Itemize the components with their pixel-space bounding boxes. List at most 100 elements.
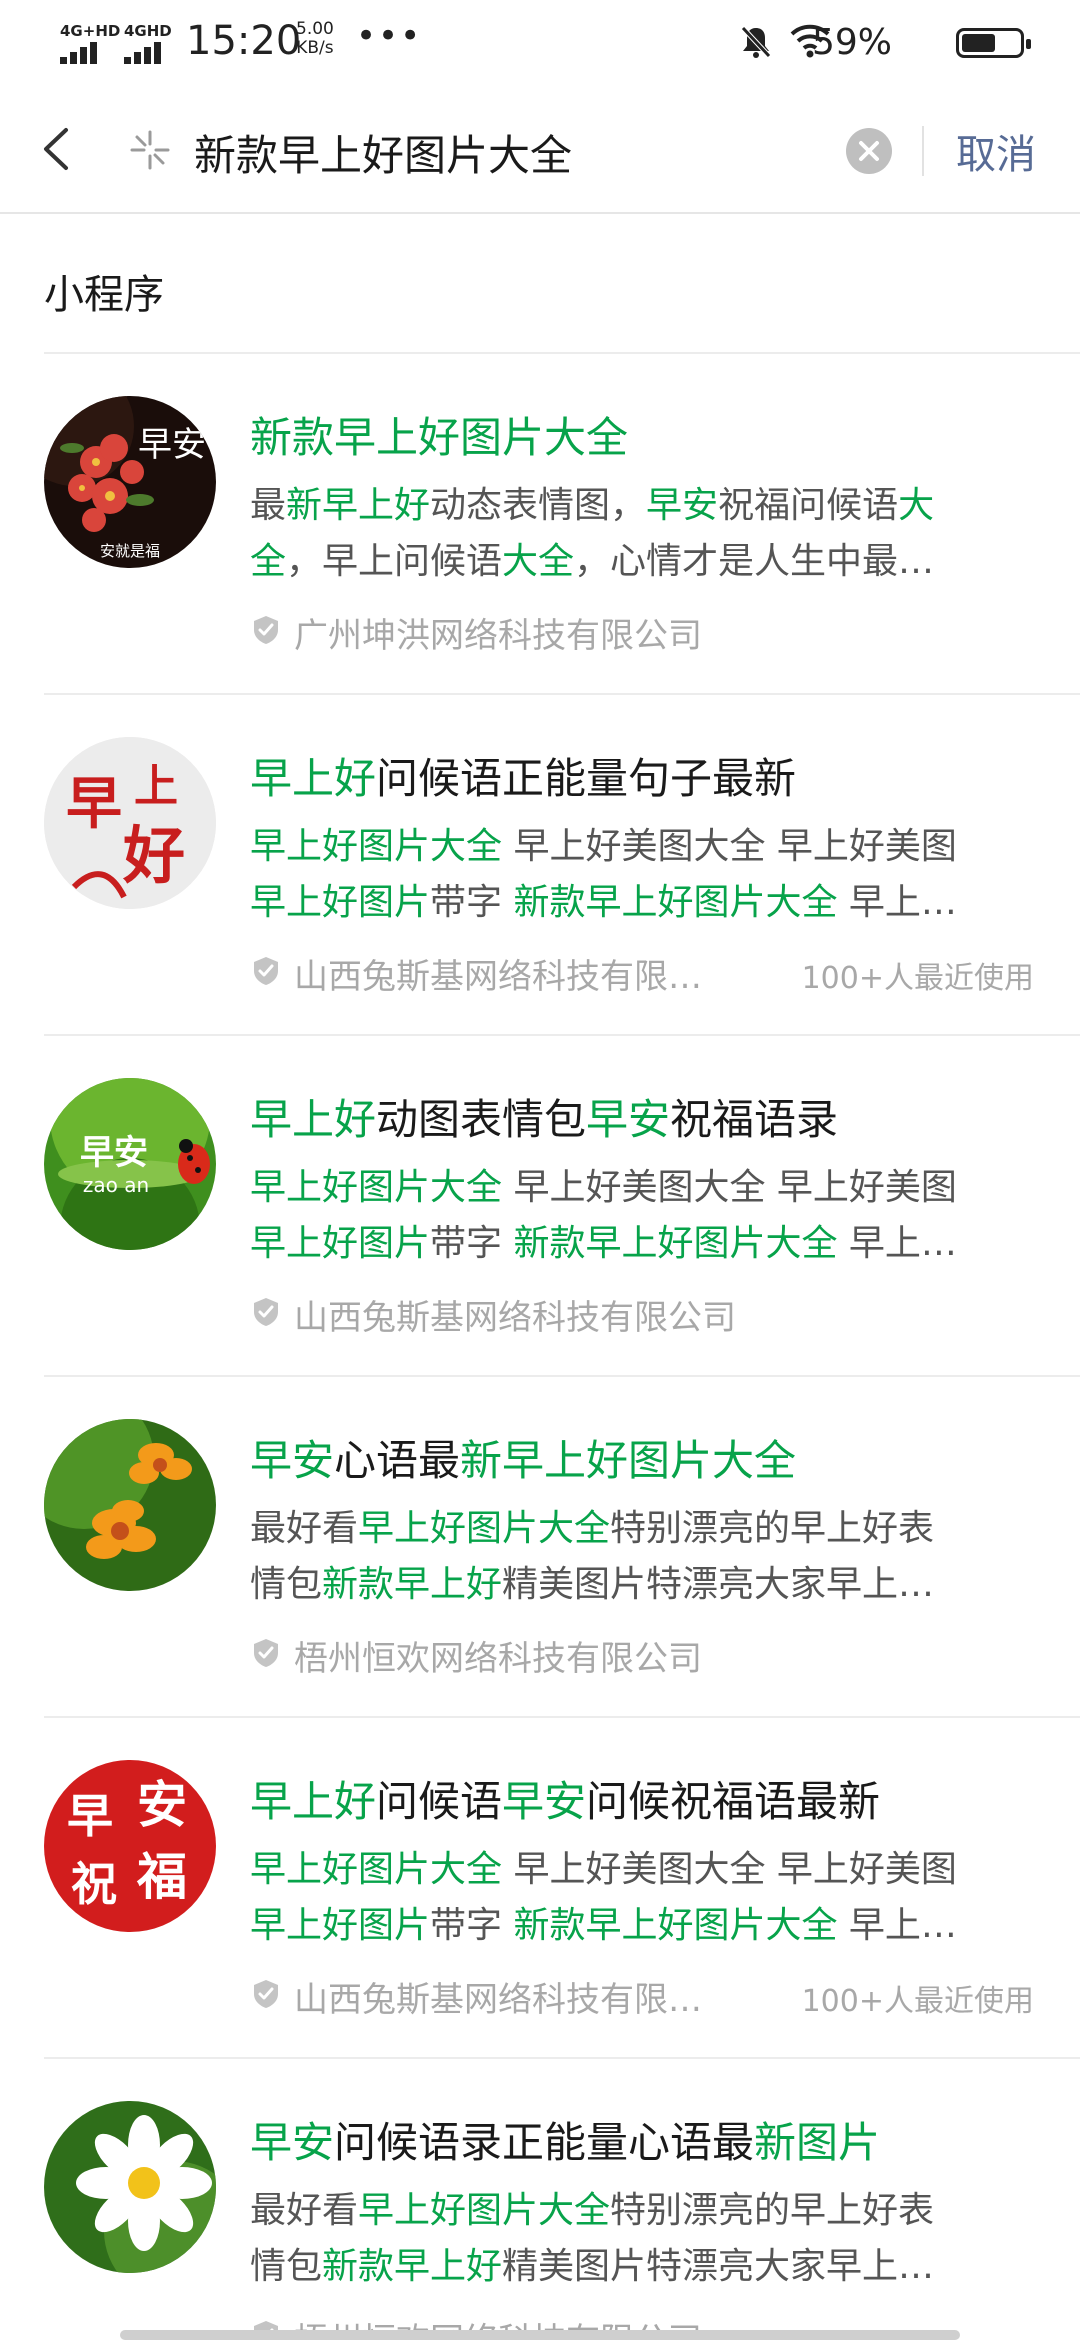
desc-part: 带字 <box>430 1223 514 1264</box>
description-line: 早上好图片大全 早上好美图大全 早上好美图 <box>250 1160 1040 1216</box>
desc-part: 早上好美图大全 早上好美图 <box>502 826 957 867</box>
title-part: 新早上好图片大全 <box>460 1436 797 1485</box>
result-title[interactable]: 早上好问候语正能量句子最新 <box>250 745 1050 806</box>
desc-part: 新早上好 <box>286 485 431 526</box>
battery-level <box>962 34 995 52</box>
result-description: 最新早上好动态表情图，早安祝福问候语大 全，早上问候语大全，心情才是人生中最… <box>250 478 1040 590</box>
red-flower-avatar: 早安 安就是福 <box>44 396 216 568</box>
title-part: 祝福语录 <box>670 1095 839 1144</box>
list-item[interactable]: 早 上 好 早上好问候语正能量句子最新 早上好图片大全 早上好美图大全 早上好美… <box>0 695 1080 1036</box>
desc-part: ，早上问候语 <box>286 541 503 582</box>
result-description: 最好看早上好图片大全特别漂亮的早上好表 情包新款早上好精美图片特漂亮大家早上… <box>250 2183 1040 2295</box>
network-speed: 5.00 KB/s <box>296 20 334 58</box>
svg-text:好: 好 <box>122 819 185 892</box>
search-header: 新款早上好图片大全 取消 <box>0 86 1080 214</box>
desc-part: 动态表情图， <box>430 485 647 526</box>
mute-bell-icon <box>741 26 771 58</box>
desc-part: 早上好图片 <box>250 882 431 923</box>
verified-icon <box>254 957 278 985</box>
desc-part: 精美图片特漂亮大家早上… <box>502 1564 935 1605</box>
signal-bars-icon <box>124 42 168 64</box>
title-part: 问候语 <box>376 1777 503 1826</box>
result-title[interactable]: 早上好动图表情包早安祝福语录 <box>250 1086 1050 1147</box>
status-right: 59% <box>738 18 1038 64</box>
svg-text:早: 早 <box>66 771 122 837</box>
ladybug-avatar: 早安 zao an <box>44 1078 216 1250</box>
cancel-button[interactable]: 取消 <box>956 122 1036 180</box>
result-description: 早上好图片大全 早上好美图大全 早上好美图 早上好图片带字 新款早上好图片大全 … <box>250 1842 1040 1954</box>
result-title[interactable]: 早安问候语录正能量心语最新图片 <box>250 2109 1050 2170</box>
title-part: 新款早上好图片大全 <box>250 413 629 462</box>
avatar-text: 早安 <box>138 425 206 465</box>
desc-part: 早上好图片大全 <box>250 1167 503 1208</box>
desc-part: 早上… <box>837 882 957 923</box>
avatar-text: 早安 <box>80 1133 148 1173</box>
home-indicator[interactable] <box>120 2330 960 2340</box>
battery-percent: 59% <box>811 22 892 63</box>
battery-icon <box>956 28 1031 58</box>
desc-part: 大 <box>898 485 935 526</box>
speed-unit: KB/s <box>296 38 334 58</box>
desc-part: 特别漂亮的早上好表 <box>610 1508 935 1549</box>
title-part: 早上好 <box>250 1777 377 1826</box>
status-bar: 4G+HD 4GHD 15:20 5.00 KB/s ••• 59% <box>0 0 1080 86</box>
desc-part: 早上好美图大全 早上好美图 <box>502 1167 957 1208</box>
title-part: 问候祝福语最新 <box>586 1777 881 1826</box>
desc-part: 带字 <box>430 1905 514 1946</box>
list-item[interactable]: 早 安 祝 福 早上好问候语早安问候祝福语最新 早上好图片大全 早上好美图大全 … <box>0 1718 1080 2059</box>
back-button[interactable] <box>26 114 96 184</box>
list-item[interactable]: 早安 zao an 早上好动图表情包早安祝福语录 早上好图片大全 早上好美图大全… <box>0 1036 1080 1377</box>
search-input[interactable]: 新款早上好图片大全 <box>122 106 892 194</box>
result-meta: 山西兔斯基网络科技有限… 100+人最近使用 <box>250 949 1050 997</box>
description-line: 最好看早上好图片大全特别漂亮的早上好表 <box>250 1501 1040 1557</box>
desc-part: 早上好美图大全 早上好美图 <box>502 1849 957 1890</box>
white-daisy-avatar <box>44 2101 216 2273</box>
desc-part: 早安 <box>646 485 719 526</box>
orange-flower-avatar <box>44 1419 216 1591</box>
clear-search-button[interactable] <box>846 128 892 174</box>
desc-part: 早上好图片大全 <box>250 1849 503 1890</box>
company-name: 山西兔斯基网络科技有限… <box>294 957 702 997</box>
result-title[interactable]: 新款早上好图片大全 <box>250 404 1050 465</box>
svg-text:早: 早 <box>67 1789 113 1843</box>
svg-text:福: 福 <box>136 1847 187 1906</box>
title-part: 心语最 <box>334 1436 461 1485</box>
desc-part: 新款早上好图片大全 <box>513 1223 838 1264</box>
result-meta: 广州坤洪网络科技有限公司 <box>250 608 1050 656</box>
desc-part: 新款早上好 <box>322 2246 503 2287</box>
result-title[interactable]: 早安心语最新早上好图片大全 <box>250 1427 1050 1488</box>
list-item[interactable]: 早安心语最新早上好图片大全 最好看早上好图片大全特别漂亮的早上好表 情包新款早上… <box>0 1377 1080 1718</box>
result-description: 早上好图片大全 早上好美图大全 早上好美图 早上好图片带字 新款早上好图片大全 … <box>250 1160 1040 1272</box>
result-meta: 山西兔斯基网络科技有限… 100+人最近使用 <box>250 1972 1050 2020</box>
search-query[interactable]: 新款早上好图片大全 <box>194 122 572 183</box>
description-line: 早上好图片带字 新款早上好图片大全 早上… <box>250 1898 1040 1954</box>
list-item[interactable]: 早安 安就是福 新款早上好图片大全 最新早上好动态表情图，早安祝福问候语大 全，… <box>0 354 1080 695</box>
speed-value: 5.00 <box>296 19 334 39</box>
desc-part: 早上好图片大全 <box>250 826 503 867</box>
verified-icon <box>254 616 278 644</box>
description-line: 最新早上好动态表情图，早安祝福问候语大 <box>250 478 1040 534</box>
description-line: 全，早上问候语大全，心情才是人生中最… <box>250 534 1040 590</box>
desc-part: 大全 <box>502 541 575 582</box>
result-meta: 梧州恒欢网络科技有限公司 <box>250 1631 1050 1679</box>
description-line: 早上好图片带字 新款早上好图片大全 早上… <box>250 1216 1040 1272</box>
title-part: 早安 <box>502 1777 587 1826</box>
usage-count: 100+人最近使用 <box>801 1984 1034 2019</box>
company-name: 广州坤洪网络科技有限公司 <box>294 616 702 656</box>
desc-part: 新款早上好图片大全 <box>513 1905 838 1946</box>
desc-part: 全 <box>250 541 287 582</box>
verified-icon <box>254 1639 278 1667</box>
title-part: 新图片 <box>754 2118 881 2167</box>
desc-part: 特别漂亮的早上好表 <box>610 2190 935 2231</box>
list-item[interactable]: 早安问候语录正能量心语最新图片 最好看早上好图片大全特别漂亮的早上好表 情包新款… <box>0 2059 1080 2340</box>
company-name: 梧州恒欢网络科技有限公司 <box>294 1639 702 1679</box>
company-name: 山西兔斯基网络科技有限公司 <box>294 1298 736 1338</box>
clock: 15:20 <box>186 18 302 64</box>
title-part: 动图表情包 <box>376 1095 587 1144</box>
section-title: 小程序 <box>44 272 164 318</box>
result-title[interactable]: 早上好问候语早安问候祝福语最新 <box>250 1768 1050 1829</box>
result-meta: 山西兔斯基网络科技有限公司 <box>250 1290 1050 1338</box>
title-part: 早上好 <box>250 754 377 803</box>
result-description: 早上好图片大全 早上好美图大全 早上好美图 早上好图片带字 新款早上好图片大全 … <box>250 819 1040 931</box>
description-line: 早上好图片大全 早上好美图大全 早上好美图 <box>250 819 1040 875</box>
